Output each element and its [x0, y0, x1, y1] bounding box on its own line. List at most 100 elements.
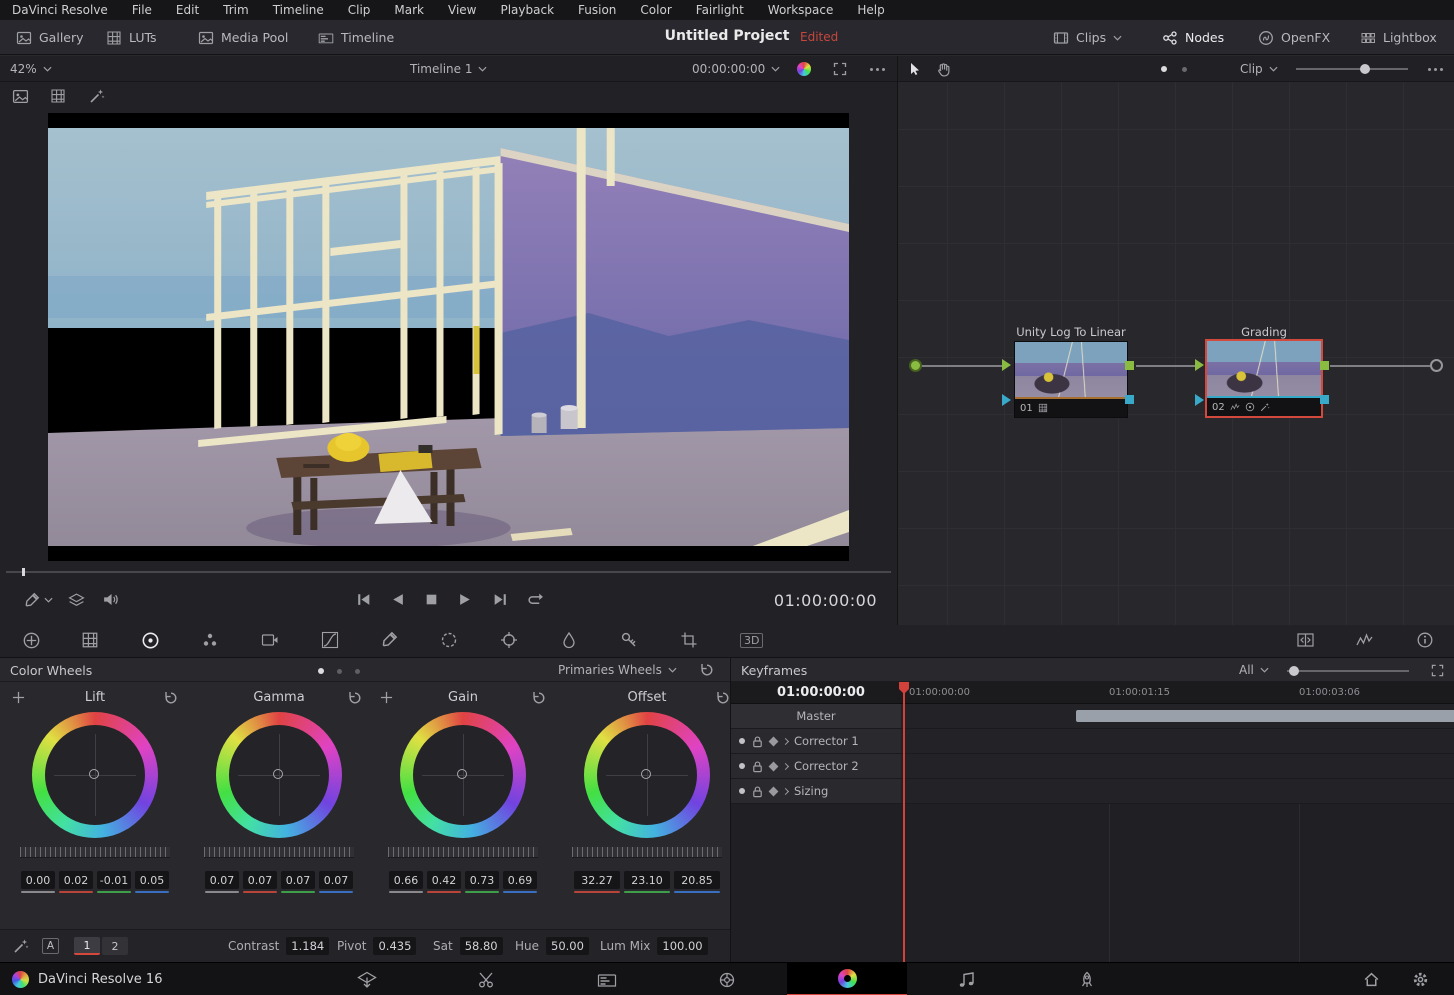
gain-b-value[interactable]: 0.69 [503, 871, 537, 889]
contrast-value[interactable]: 1.184 [286, 937, 329, 955]
wheel-center-indicator[interactable] [273, 769, 283, 779]
scrub-playhead[interactable] [22, 568, 25, 576]
wheel-page-dot[interactable] [337, 669, 342, 674]
node-02[interactable]: 02 [1205, 339, 1323, 418]
wheels-mode-select[interactable]: Primaries Wheels [558, 658, 677, 682]
graph-zoom-handle[interactable] [1360, 64, 1370, 74]
keyframes-ruler[interactable]: 01:00:00:00 01:00:00:00 01:00:01:15 01:0… [731, 682, 1454, 704]
luts-button[interactable]: LUTs [106, 20, 157, 55]
keyframes-playhead[interactable] [903, 682, 905, 962]
menu-item-view[interactable]: View [448, 3, 476, 17]
sizing-tool[interactable] [680, 631, 698, 649]
loop-button[interactable] [527, 592, 544, 607]
stop-button[interactable] [424, 592, 439, 607]
offset-g-value[interactable]: 23.10 [624, 871, 670, 889]
fairlight-page-button[interactable] [907, 963, 1027, 995]
gain-g-value[interactable]: 0.73 [465, 871, 499, 889]
pivot-value[interactable]: 0.435 [373, 937, 416, 955]
expand-chevron-icon[interactable] [782, 787, 789, 794]
gamma-r-value[interactable]: 0.07 [243, 871, 277, 889]
timeline-button[interactable]: Timeline [318, 20, 394, 55]
play-reverse-button[interactable] [390, 592, 405, 607]
grab-still-button[interactable] [12, 82, 29, 110]
reset-icon[interactable] [348, 691, 362, 705]
gamma-g-value[interactable]: 0.07 [281, 871, 315, 889]
saturation-value[interactable]: 58.80 [460, 937, 503, 955]
keyframe-diamond-icon[interactable] [769, 736, 779, 746]
deliver-page-button[interactable] [1027, 963, 1147, 995]
menu-item-mark[interactable]: Mark [394, 3, 424, 17]
wheel-center-indicator[interactable] [89, 769, 99, 779]
thumbnail-view-button[interactable] [50, 82, 66, 110]
track-enable-dot[interactable] [739, 788, 745, 794]
keyframe-diamond-icon[interactable] [769, 761, 779, 771]
openfx-button[interactable]: OpenFX [1258, 20, 1330, 55]
master-track-bar[interactable] [1076, 710, 1454, 722]
media-pool-button[interactable]: Media Pool [198, 20, 288, 55]
color-picker-button[interactable] [24, 592, 53, 608]
keyframes-filter-select[interactable]: All [1239, 658, 1269, 682]
reset-icon[interactable] [716, 691, 730, 705]
keyframes-zoom-handle[interactable] [1289, 666, 1299, 676]
menu-item-clip[interactable]: Clip [348, 3, 371, 17]
track-enable-dot[interactable] [739, 738, 745, 744]
reset-icon[interactable] [532, 691, 546, 705]
source-timecode-select[interactable]: 00:00:00:00 [692, 56, 780, 82]
menu-item-fusion[interactable]: Fusion [578, 3, 616, 17]
gain-y-value[interactable]: 0.66 [389, 871, 423, 889]
track-row-sizing[interactable]: Sizing [731, 779, 1454, 804]
wheels-page-1-button[interactable]: 1 [74, 937, 100, 955]
lum-mix-value[interactable]: 100.00 [657, 937, 707, 955]
menu-item-color[interactable]: Color [640, 3, 671, 17]
track-row-corrector2[interactable]: Corrector 2 [731, 754, 1454, 779]
viewer-zoom-select[interactable]: 42% [10, 56, 52, 82]
gallery-button[interactable]: Gallery [16, 20, 84, 55]
page-dot-active[interactable] [1161, 66, 1167, 72]
auto-balance-button[interactable]: A [42, 938, 59, 954]
keyframes-empty-area[interactable] [731, 804, 1454, 962]
auto-color-button[interactable] [13, 938, 29, 954]
lift-y-value[interactable]: 0.00 [21, 871, 55, 889]
lift-g-value[interactable]: -0.01 [97, 871, 131, 889]
menu-item-timeline[interactable]: Timeline [273, 3, 324, 17]
clips-button[interactable]: Clips [1053, 20, 1122, 55]
track-enable-dot[interactable] [739, 763, 745, 769]
reset-icon[interactable] [164, 691, 178, 705]
graph-zoom-slider[interactable] [1296, 68, 1408, 70]
keyframe-diamond-icon[interactable] [769, 786, 779, 796]
blur-tool[interactable] [560, 631, 578, 649]
offset-b-value[interactable]: 20.85 [674, 871, 720, 889]
viewer-options-button[interactable] [870, 56, 885, 82]
offset-r-value[interactable]: 32.27 [574, 871, 620, 889]
viewer-expand-button[interactable] [833, 56, 847, 82]
key-output-square[interactable] [1320, 395, 1329, 404]
menu-item-app[interactable]: DaVinci Resolve [12, 3, 108, 17]
power-windows-tool[interactable] [440, 631, 458, 649]
skip-start-button[interactable] [355, 592, 372, 607]
key-input-arrow[interactable] [1002, 394, 1011, 406]
nodes-button[interactable]: Nodes [1162, 20, 1224, 55]
camera-raw-tool[interactable] [22, 631, 41, 650]
gamma-master-wheel[interactable] [204, 847, 354, 858]
lock-icon[interactable] [751, 760, 764, 773]
timeline-select[interactable]: Timeline 1 [410, 56, 487, 82]
media-page-button[interactable] [307, 963, 427, 995]
lift-b-value[interactable]: 0.05 [135, 871, 169, 889]
menu-item-playback[interactable]: Playback [500, 3, 554, 17]
viewer-scrub-bar[interactable] [0, 568, 897, 576]
key-input-arrow[interactable] [1195, 394, 1204, 406]
pan-tool-button[interactable] [936, 56, 951, 82]
curves-tool[interactable] [321, 631, 339, 649]
wheels-page-2-button[interactable]: 2 [102, 937, 128, 955]
keyframes-zoom-slider[interactable] [1287, 670, 1409, 672]
select-tool-button[interactable] [908, 56, 922, 82]
stereo-3d-tool[interactable]: 3D [740, 633, 763, 648]
qualifier-tool[interactable] [381, 631, 398, 648]
menu-item-workspace[interactable]: Workspace [768, 3, 834, 17]
lift-r-value[interactable]: 0.02 [59, 871, 93, 889]
color-viewer-mode-button[interactable] [797, 56, 811, 82]
color-wheels-tool[interactable] [141, 631, 160, 650]
info-tool[interactable] [1416, 631, 1434, 649]
node-graph-canvas[interactable]: Unity Log To Linear 01 Grading [898, 82, 1454, 625]
track-row-master[interactable]: Master [731, 704, 1454, 729]
